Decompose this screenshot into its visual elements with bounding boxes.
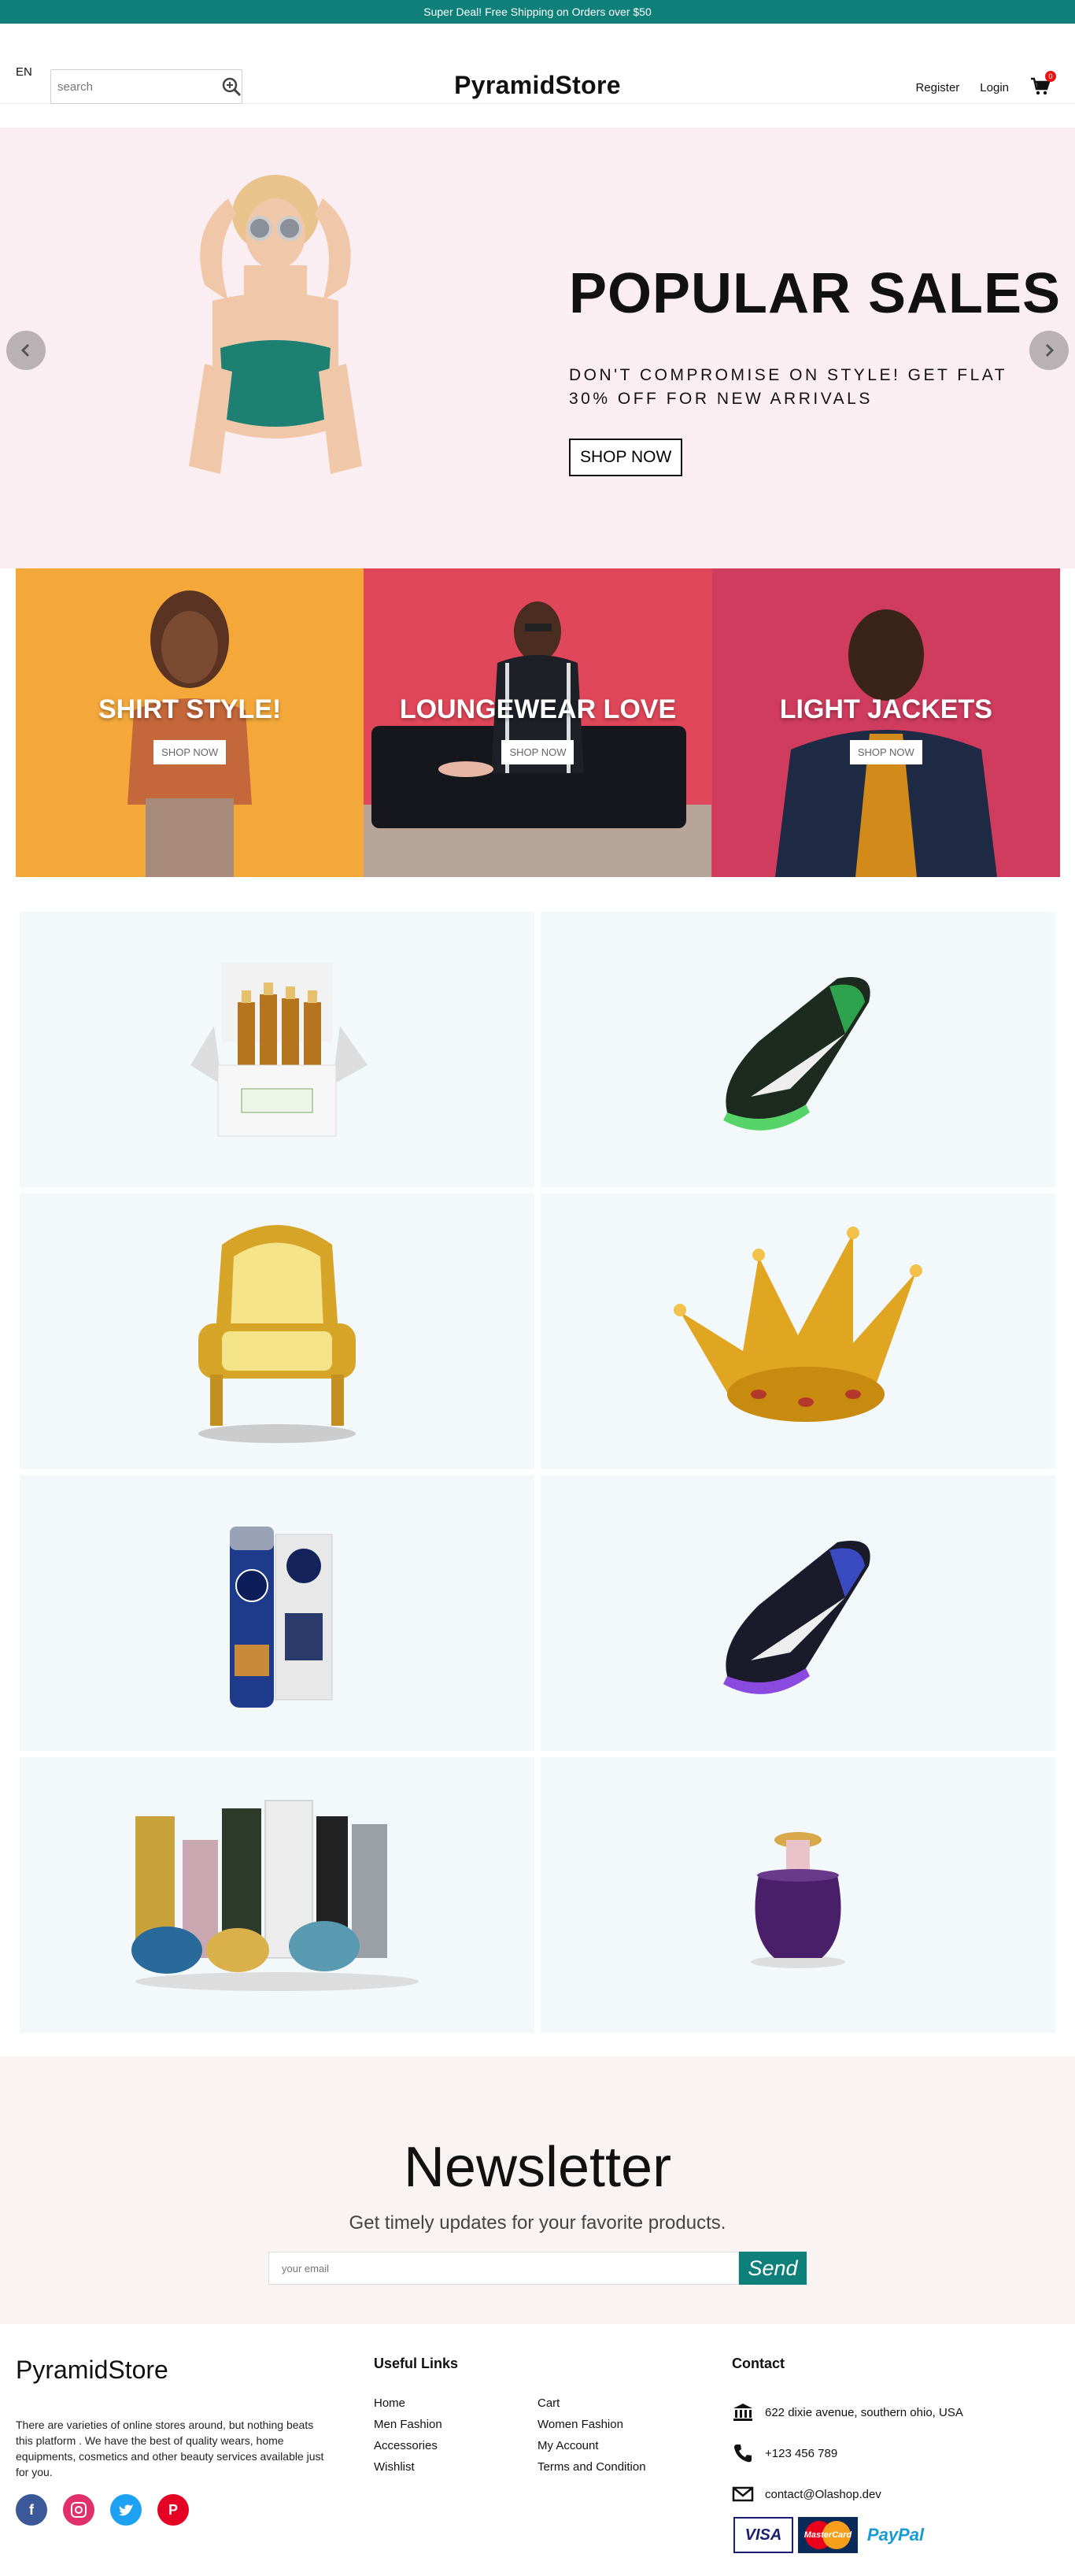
visa-label: VISA: [744, 2526, 782, 2544]
product-tile-golden-armchair[interactable]: [20, 1194, 534, 1469]
nivea-deodorant-image: [230, 1527, 333, 1708]
category-title: SHIRT STYLE!: [98, 694, 282, 724]
product-tile-oil-bottles[interactable]: [20, 912, 534, 1187]
footer-link-cart[interactable]: Cart: [538, 2396, 695, 2410]
purple-sneaker-image: [723, 1541, 870, 1694]
product-tile-nivea-deodorant[interactable]: [20, 1475, 534, 1751]
product-tile-purple-sneaker[interactable]: [541, 1475, 1055, 1751]
contact-heading: Contact: [732, 2356, 785, 2371]
contact-phone: +123 456 789: [765, 2446, 838, 2460]
footer-about-text: There are varieties of online stores aro…: [16, 2419, 324, 2478]
twitter-icon[interactable]: [110, 2494, 142, 2526]
golden-armchair-image: [198, 1225, 356, 1443]
useful-links-heading: Useful Links: [374, 2356, 459, 2371]
bank-icon: [733, 2404, 752, 2421]
newsletter-section: Newsletter Get timely updates for your f…: [0, 2056, 1075, 2324]
category-light-jackets[interactable]: LIGHT JACKETS SHOP NOW: [711, 568, 1060, 877]
footer-link-women-fashion[interactable]: Women Fashion: [538, 2418, 695, 2431]
oil-bottles-box-image: [190, 963, 368, 1137]
footer-link-terms[interactable]: Terms and Condition: [538, 2460, 695, 2474]
category-shirt-style[interactable]: SHIRT STYLE! SHOP NOW: [16, 568, 364, 877]
carousel-next-button[interactable]: [1029, 331, 1069, 370]
facebook-icon[interactable]: f: [16, 2494, 47, 2526]
newsletter-send-button[interactable]: Send: [739, 2252, 807, 2285]
category-title: LOUNGEWEAR LOVE: [399, 694, 677, 724]
category-shop-now-button[interactable]: SHOP NOW: [849, 740, 922, 764]
cart-count-badge: 0: [1045, 71, 1056, 82]
mastercard-label: MasterCard: [803, 2530, 852, 2540]
search-box: [50, 69, 242, 104]
category-title: LIGHT JACKETS: [779, 694, 992, 724]
contact-list: 622 dixie avenue, southern ohio, USA +12…: [732, 2392, 963, 2515]
newsletter-subtitle: Get timely updates for your favorite pro…: [349, 2212, 726, 2234]
brand-logo[interactable]: PyramidStore: [454, 71, 621, 99]
footer-link-accessories[interactable]: Accessories: [374, 2439, 538, 2452]
category-shop-now-button[interactable]: SHOP NOW: [153, 740, 227, 764]
search-icon[interactable]: [220, 72, 242, 101]
payment-methods: VISA MasterCard PayPal: [733, 2517, 929, 2553]
carousel-prev-button[interactable]: [6, 331, 46, 370]
category-loungewear-love[interactable]: LOUNGEWEAR LOVE SHOP NOW: [364, 568, 712, 877]
category-banners: SHIRT STYLE! SHOP NOW LOUNGEWEAR LOVE SH…: [16, 568, 1060, 877]
newsletter-form: Send: [268, 2252, 807, 2285]
hero-model-image: [189, 175, 362, 474]
phone-icon: [734, 2445, 752, 2463]
paypal-label: PayPal: [866, 2525, 925, 2545]
footer-link-wishlist[interactable]: Wishlist: [374, 2460, 538, 2474]
mastercard-icon: MasterCard: [798, 2517, 858, 2553]
purple-perfume-image: [751, 1832, 845, 1968]
search-input[interactable]: [51, 70, 220, 103]
footer: PyramidStore There are varieties of onli…: [0, 2324, 1075, 2576]
visa-icon: VISA: [733, 2517, 793, 2553]
hero-subtitle: DON'T COMPROMISE ON STYLE! GET FLAT 30% …: [569, 366, 1007, 408]
newsletter-email-input[interactable]: [268, 2252, 739, 2285]
newsletter-title: Newsletter: [403, 2136, 672, 2199]
product-tile-perfume-collection[interactable]: [20, 1757, 534, 2033]
cart-button[interactable]: 0: [1029, 71, 1056, 99]
register-link[interactable]: Register: [915, 81, 959, 94]
contact-address: 622 dixie avenue, southern ohio, USA: [765, 2405, 963, 2419]
paypal-icon: PayPal: [863, 2517, 929, 2553]
useful-links-list: Home Cart Men Fashion Women Fashion Acce…: [374, 2396, 695, 2474]
product-tile-purple-perfume[interactable]: [541, 1757, 1055, 2033]
contact-email[interactable]: contact@Olashop.dev: [765, 2488, 881, 2501]
perfume-collection-image: [131, 1800, 419, 1991]
language-selector[interactable]: EN: [16, 65, 32, 79]
golden-crown-image: [674, 1227, 922, 1422]
footer-link-my-account[interactable]: My Account: [538, 2439, 695, 2452]
announcement-bar: Super Deal! Free Shipping on Orders over…: [0, 0, 1075, 24]
social-links: f P: [16, 2494, 189, 2526]
instagram-icon[interactable]: [63, 2494, 94, 2526]
product-grid: [20, 912, 1055, 2033]
chevron-left-icon: [20, 343, 30, 357]
chevron-right-icon: [1045, 343, 1055, 357]
hero-banner: POPULAR SALES DON'T COMPROMISE ON STYLE!…: [0, 128, 1075, 568]
pinterest-icon[interactable]: P: [157, 2494, 189, 2526]
hero-shop-now-button[interactable]: SHOP NOW: [569, 439, 683, 476]
category-shop-now-button[interactable]: SHOP NOW: [501, 740, 574, 764]
product-tile-golden-crown[interactable]: [541, 1194, 1055, 1469]
footer-brand[interactable]: PyramidStore: [16, 2356, 168, 2385]
product-tile-green-sneaker[interactable]: [541, 912, 1055, 1187]
announcement-text: Super Deal! Free Shipping on Orders over…: [423, 6, 652, 18]
green-sneaker-image: [723, 977, 870, 1131]
hero-title: POPULAR SALES: [569, 262, 1062, 325]
footer-link-home[interactable]: Home: [374, 2396, 538, 2410]
mail-icon: [732, 2486, 754, 2502]
header: EN PyramidStore Register Login 0: [0, 24, 1075, 104]
login-link[interactable]: Login: [980, 81, 1009, 94]
footer-link-men-fashion[interactable]: Men Fashion: [374, 2418, 538, 2431]
